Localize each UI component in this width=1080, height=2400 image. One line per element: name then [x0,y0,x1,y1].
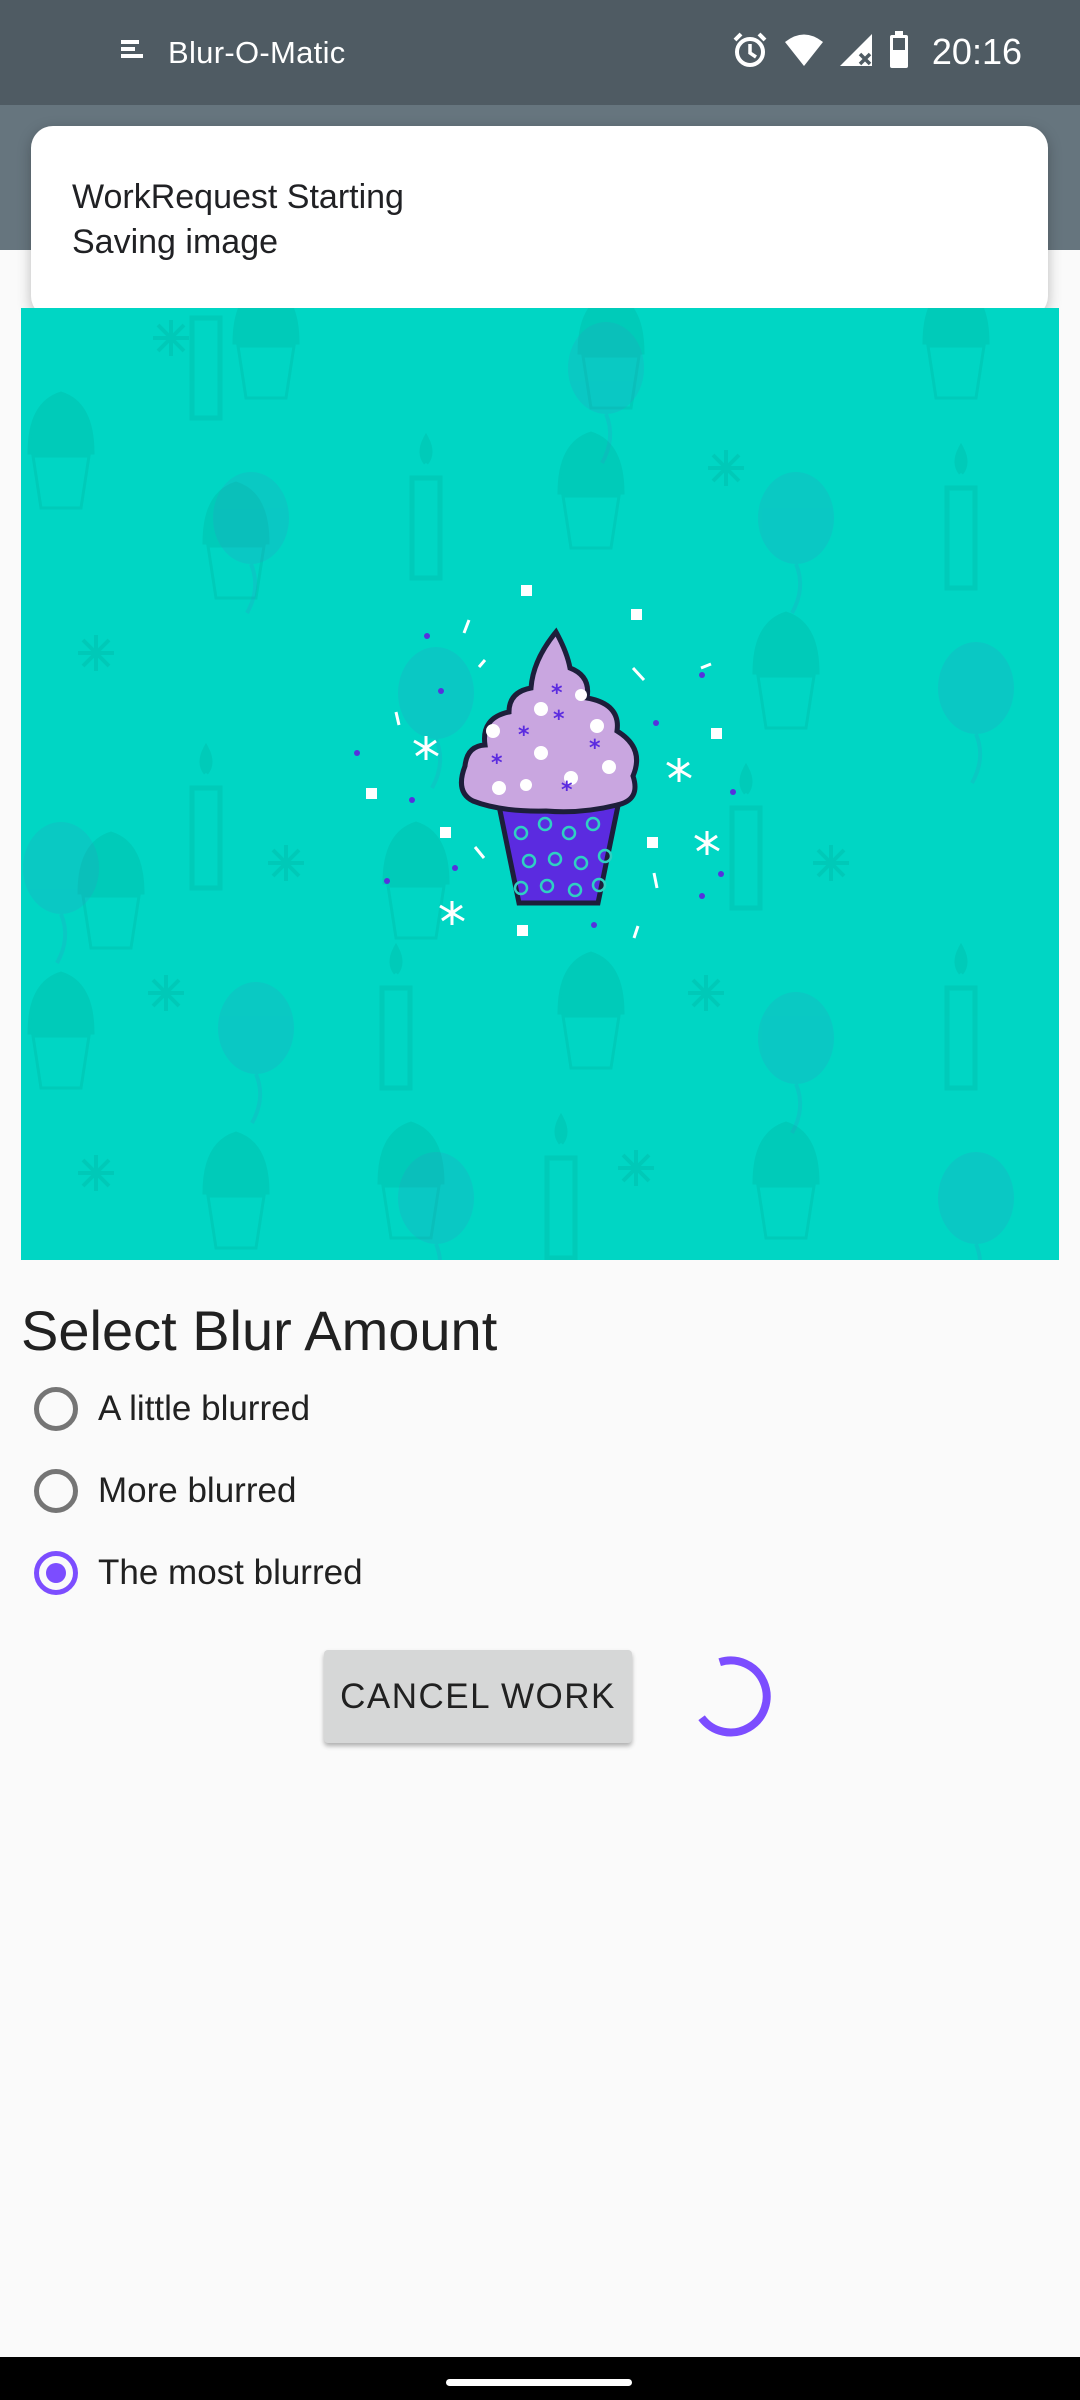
svg-text:*: * [491,751,503,776]
svg-text:*: * [518,723,530,748]
cancel-work-button[interactable]: CANCEL WORK [324,1650,632,1743]
notification-text: Saving image [72,223,279,261]
svg-text:*: * [589,736,601,761]
radio-button[interactable] [34,1387,78,1431]
radio-button-selected[interactable] [34,1551,78,1595]
progress-spinner-icon [686,1650,778,1742]
home-gesture-handle[interactable] [446,2379,632,2386]
status-bar: Blur-O-Matic 20:16 [0,0,1080,105]
radio-label: A little blurred [98,1389,311,1428]
wifi-icon [784,32,824,73]
svg-text:*: * [551,681,563,706]
blur-section-title: Select Blur Amount [21,1299,498,1362]
radio-a-little-blurred[interactable]: A little blurred [34,1379,310,1439]
notification-card[interactable]: WorkRequest Starting Saving image [31,126,1048,318]
alarm-icon [730,30,770,75]
status-app-name: Blur-O-Matic [168,34,346,70]
signal-icon [838,32,874,73]
radio-button[interactable] [34,1469,78,1513]
status-time: 20:16 [931,31,1022,72]
radio-the-most-blurred[interactable]: The most blurred [34,1543,363,1603]
radio-more-blurred[interactable]: More blurred [34,1461,296,1521]
radio-label: More blurred [98,1471,297,1510]
svg-text:*: * [553,707,565,732]
radio-label: The most blurred [98,1553,363,1592]
battery-icon [888,30,910,74]
svg-text:*: * [561,778,573,803]
cupcake-image: * * * * * * [21,308,1059,1260]
app-notification-icon [118,36,146,69]
notification-title: WorkRequest Starting [72,178,404,216]
